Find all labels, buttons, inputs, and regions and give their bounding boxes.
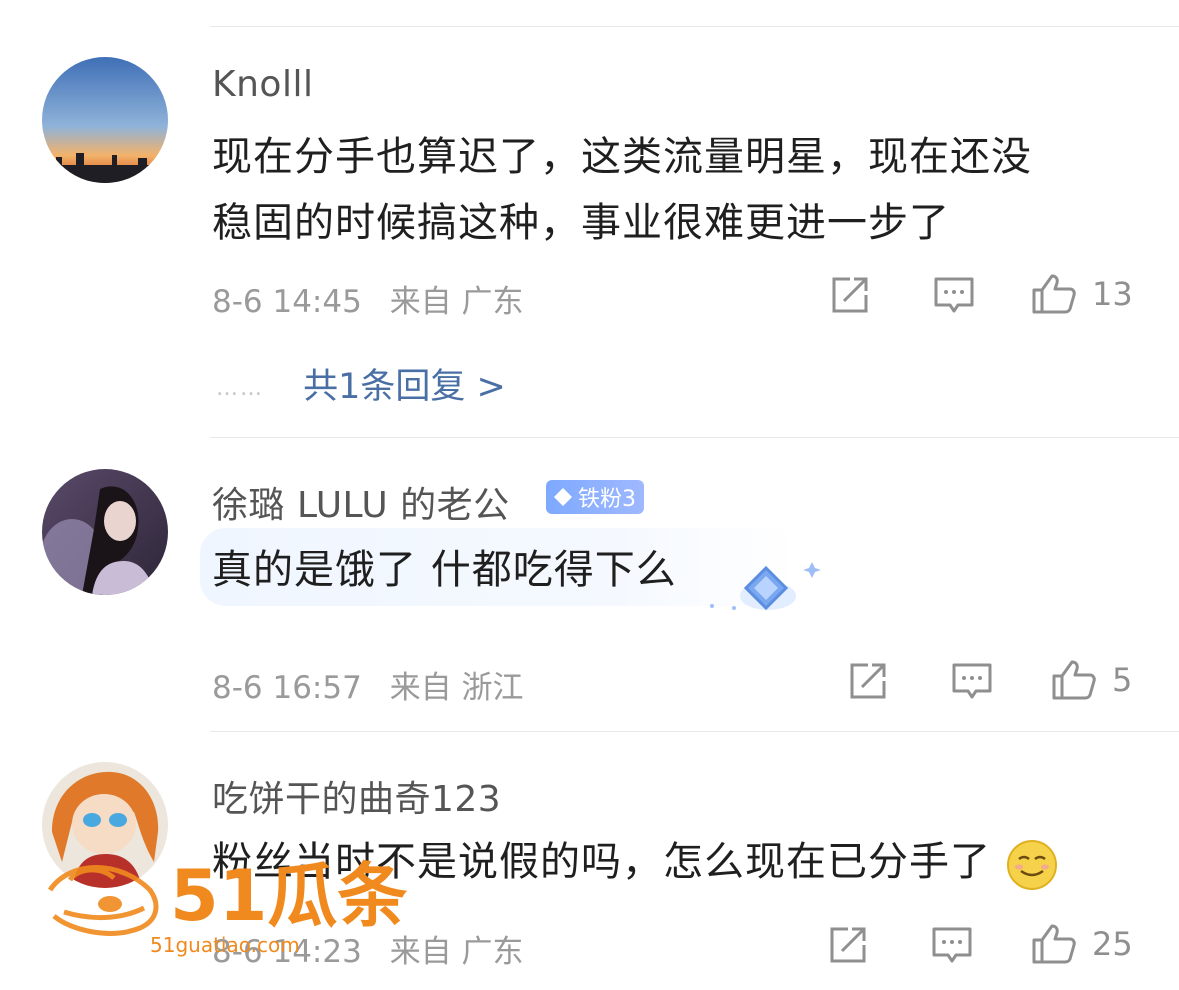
diamond-sparkle-icon	[710, 562, 821, 611]
avatar-quqi[interactable]	[42, 762, 168, 888]
comment-meta: 8-6 14:23 来自 广东	[212, 926, 542, 971]
comment-location: 来自 广东	[389, 934, 524, 970]
fan-badge-label: 铁粉3	[578, 487, 636, 512]
like-count: 25	[1092, 925, 1133, 963]
avatar-knolll[interactable]	[42, 57, 168, 183]
like-count: 13	[1092, 275, 1133, 313]
share-icon	[832, 277, 868, 313]
like-button[interactable]: 5	[1050, 658, 1132, 702]
comment-icon	[934, 277, 974, 313]
replies-label: 共1条回复 >	[303, 367, 506, 407]
like-icon	[1052, 660, 1096, 700]
comment-username[interactable]: 吃饼干的曲奇123	[212, 770, 501, 822]
comment-time: 8-6 14:23	[212, 934, 362, 970]
smirk-emoji-icon	[1006, 840, 1057, 890]
avatar-sunset-image	[42, 57, 168, 183]
avatar-anime-image	[42, 762, 168, 888]
like-button[interactable]: 13	[1030, 272, 1133, 316]
comment-text-line: 粉丝当时不是说假的吗，怎么现在已分手了	[212, 829, 1142, 895]
divider-top	[210, 26, 1179, 27]
comment-text: 现在分手也算迟了，这类流量明星，现在还没 稳固的时候搞这种，事业很难更进一步了	[212, 124, 1142, 256]
comment-username[interactable]: Knolll	[212, 64, 313, 105]
avatar-lulu[interactable]	[42, 469, 168, 595]
comment-button[interactable]	[930, 925, 974, 967]
share-button[interactable]	[828, 925, 872, 965]
diamond-icon	[554, 488, 572, 506]
comment-text-line: 稳固的时候搞这种，事业很难更进一步了	[212, 200, 950, 246]
comment-meta: 8-6 14:45 来自 广东	[212, 276, 542, 321]
replies-dots: ……	[216, 375, 264, 401]
comment-location: 来自 浙江	[389, 670, 524, 706]
comment-text-line: 真的是饿了 什都吃得下么	[212, 547, 677, 593]
like-icon	[1032, 274, 1076, 314]
avatar-portrait-image	[42, 469, 168, 595]
view-replies-link[interactable]: …… 共1条回复 >	[216, 358, 506, 409]
comment-icon	[952, 663, 992, 699]
comment-icon	[932, 927, 972, 963]
like-count: 5	[1112, 661, 1133, 699]
comment-text: 真的是饿了 什都吃得下么	[212, 537, 1142, 603]
comment-meta: 8-6 16:57 来自 浙江	[212, 662, 542, 707]
comment-text-line: 现在分手也算迟了，这类流量明星，现在还没	[212, 134, 1032, 180]
comment-time: 8-6 14:45	[212, 284, 362, 320]
share-icon	[850, 663, 886, 699]
like-button[interactable]: 25	[1030, 922, 1133, 966]
share-button[interactable]	[830, 275, 874, 315]
comment-username[interactable]: 徐璐 LULU 的老公	[212, 476, 510, 528]
comment-button[interactable]	[950, 661, 994, 703]
divider	[210, 437, 1179, 438]
share-button[interactable]	[848, 661, 892, 701]
comment-text-content: 粉丝当时不是说假的吗，怎么现在已分手了	[212, 839, 991, 885]
comment-location: 来自 广东	[389, 284, 524, 320]
comment-button[interactable]	[932, 275, 976, 317]
divider	[210, 731, 1179, 732]
comment-text: 粉丝当时不是说假的吗，怎么现在已分手了	[212, 829, 1142, 895]
like-icon	[1032, 924, 1076, 964]
share-icon	[830, 927, 866, 963]
fan-badge[interactable]: 铁粉3	[546, 480, 644, 514]
comment-time: 8-6 16:57	[212, 670, 362, 706]
